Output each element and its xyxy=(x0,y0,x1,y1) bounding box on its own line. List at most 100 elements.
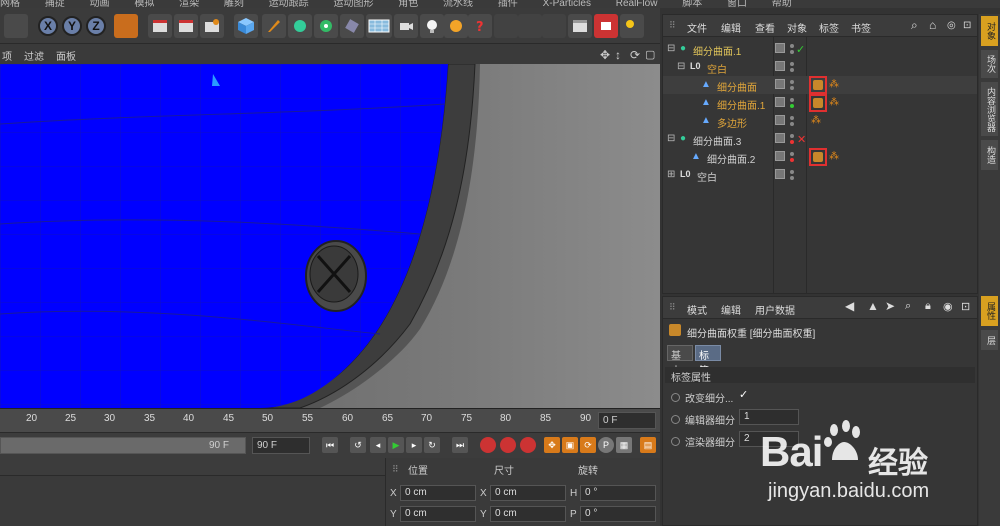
search-icon[interactable]: ⌕ xyxy=(911,18,918,33)
rot-p-field[interactable]: 0 ° xyxy=(580,506,656,522)
subdivision-weight-tag[interactable] xyxy=(809,76,827,94)
menu-item[interactable]: 模拟 xyxy=(134,0,154,8)
object-row[interactable]: ▲ 细分曲面 ⁂ xyxy=(663,76,977,94)
visibility-dots[interactable] xyxy=(790,96,795,110)
object-name[interactable]: 细分曲面.2 xyxy=(707,151,755,166)
object-row[interactable]: ▲ 多边形 ⁂ xyxy=(663,112,977,130)
layer-toggle[interactable] xyxy=(775,61,785,71)
object-row[interactable]: ⊞ L0 空白 xyxy=(663,166,977,184)
change-subdivision-checkbox[interactable]: ✓ xyxy=(739,388,748,401)
object-row[interactable]: ⊟ L0 空白 xyxy=(663,58,977,76)
next-frame-icon[interactable]: ▸ xyxy=(406,437,422,453)
om-menu-tag[interactable]: 标签 xyxy=(819,20,839,35)
object-row[interactable]: ⊟ ● 细分曲面.1 ✓ xyxy=(663,40,977,58)
render-to-picture-viewer-icon[interactable] xyxy=(174,14,198,38)
vertex-map-tag-icon[interactable]: ⁂ xyxy=(829,97,839,108)
rotation-key-icon[interactable]: ⟳ xyxy=(580,437,596,453)
menu-item[interactable]: 雕刻 xyxy=(224,0,244,8)
menu-item[interactable]: 角色 xyxy=(398,0,418,8)
tab-tag[interactable]: 标签 xyxy=(695,345,721,377)
move-view-icon[interactable]: ✥ xyxy=(600,48,610,62)
om-menu-edit[interactable]: 编辑 xyxy=(721,20,741,35)
menu-item[interactable]: X-Particles xyxy=(543,0,591,8)
object-row[interactable]: ▲ 细分曲面.1 ⁂ xyxy=(663,94,977,112)
om-menu-object[interactable]: 对象 xyxy=(787,20,807,35)
expand-icon[interactable]: ⊡ xyxy=(963,20,971,31)
z-axis-lock-button[interactable]: Z xyxy=(86,16,106,36)
menu-item[interactable]: 帮助 xyxy=(772,0,792,8)
viewport-menu-item[interactable]: 过滤 xyxy=(24,48,44,63)
subdivision-weight-tag[interactable] xyxy=(809,94,827,112)
om-menu-view[interactable]: 查看 xyxy=(755,20,775,35)
size-x-field[interactable]: 0 cm xyxy=(490,485,566,501)
object-name[interactable]: 细分曲面 xyxy=(717,79,757,94)
realflow-icon[interactable] xyxy=(542,14,566,38)
animate-radio-icon[interactable] xyxy=(671,393,680,402)
deformer-icon[interactable] xyxy=(340,14,364,38)
om-menu-file[interactable]: 文件 xyxy=(687,20,707,35)
expand-toggle-icon[interactable]: ⊞ xyxy=(667,169,675,180)
layout-window-icon[interactable] xyxy=(568,14,592,38)
rot-h-field[interactable]: 0 ° xyxy=(580,485,656,501)
subdivision-weight-tag[interactable] xyxy=(809,148,827,166)
menu-item[interactable]: 网格 xyxy=(0,0,20,8)
viewport-canvas[interactable] xyxy=(0,64,660,408)
tab-basic[interactable]: 基本 xyxy=(667,345,693,377)
render-region-icon[interactable] xyxy=(594,14,618,38)
visibility-dots[interactable] xyxy=(790,168,795,182)
new-window-icon[interactable]: ⊡ xyxy=(961,300,970,313)
light-xyz-icon[interactable] xyxy=(620,14,644,38)
xparticles-icon[interactable] xyxy=(518,14,542,38)
pen-icon[interactable] xyxy=(262,14,286,38)
layer-toggle[interactable] xyxy=(775,43,785,53)
previous-key-icon[interactable]: ↺ xyxy=(350,437,366,453)
timeline-ruler[interactable]: 20 25 30 35 40 45 50 55 60 65 70 75 80 8… xyxy=(0,408,660,432)
object-row[interactable]: ⊟ ● 细分曲面.3 ✕ xyxy=(663,130,977,148)
expand-toggle-icon[interactable]: ⊟ xyxy=(667,43,675,54)
xparticles-emitter-icon[interactable] xyxy=(494,14,518,38)
side-tab-objects[interactable]: 对象 xyxy=(981,16,998,46)
vertex-map-tag-icon[interactable]: ⁂ xyxy=(829,79,839,90)
back-arrow-icon[interactable]: ◀ xyxy=(845,299,854,313)
object-name[interactable]: 多边形 xyxy=(717,115,747,130)
menu-item[interactable]: 脚本 xyxy=(682,0,702,8)
auto-key-icon[interactable] xyxy=(500,437,516,453)
visibility-dots[interactable] xyxy=(790,132,795,146)
menu-item[interactable]: 动画 xyxy=(90,0,110,8)
up-arrow-icon[interactable]: ▲ xyxy=(867,299,879,313)
previous-frame-icon[interactable]: ◂ xyxy=(370,437,386,453)
menu-item[interactable]: 捕捉 xyxy=(45,0,65,8)
vertex-map-tag-icon[interactable]: ⁂ xyxy=(829,151,839,162)
coordinate-system-icon[interactable] xyxy=(114,14,138,38)
menu-item[interactable]: 运动图形 xyxy=(333,0,373,8)
render-settings-icon[interactable] xyxy=(200,14,224,38)
render-view-icon[interactable] xyxy=(148,14,172,38)
visibility-dots[interactable] xyxy=(790,60,795,74)
menu-item[interactable]: 流水线 xyxy=(443,0,473,8)
expand-toggle-icon[interactable]: ⊟ xyxy=(677,61,685,72)
layer-toggle[interactable] xyxy=(775,169,785,179)
vertex-map-tag-icon[interactable]: ⁂ xyxy=(811,115,821,126)
menu-item[interactable]: 运动跟踪 xyxy=(269,0,309,8)
material-sphere-icon[interactable] xyxy=(444,14,468,38)
go-to-start-icon[interactable]: ⏮ xyxy=(322,437,338,453)
scale-key-icon[interactable]: ▣ xyxy=(562,437,578,453)
current-frame-field[interactable]: 0 F xyxy=(598,412,656,429)
keyframe-selection-icon[interactable] xyxy=(520,437,536,453)
target-icon[interactable]: ◉ xyxy=(943,300,953,313)
pos-y-field[interactable]: 0 cm xyxy=(400,506,476,522)
side-tab-content-browser[interactable]: 内容浏览器 xyxy=(981,82,998,136)
layer-toggle[interactable] xyxy=(775,79,785,89)
maximize-view-icon[interactable]: ▢ xyxy=(645,48,655,61)
visibility-dots[interactable] xyxy=(790,78,795,92)
end-frame-field[interactable]: 90 F xyxy=(252,437,310,454)
size-y-field[interactable]: 0 cm xyxy=(490,506,566,522)
point-level-key-icon[interactable]: ▦ xyxy=(616,437,632,453)
menu-item[interactable]: 窗口 xyxy=(727,0,747,8)
cursor-icon[interactable]: ➤ xyxy=(885,299,895,313)
layer-toggle[interactable] xyxy=(775,151,785,161)
home-icon[interactable]: ⌂ xyxy=(929,18,936,32)
light-icon[interactable] xyxy=(420,14,444,38)
enabled-status-icon[interactable]: ✓ xyxy=(796,43,805,56)
grid-icon[interactable] xyxy=(4,14,28,38)
